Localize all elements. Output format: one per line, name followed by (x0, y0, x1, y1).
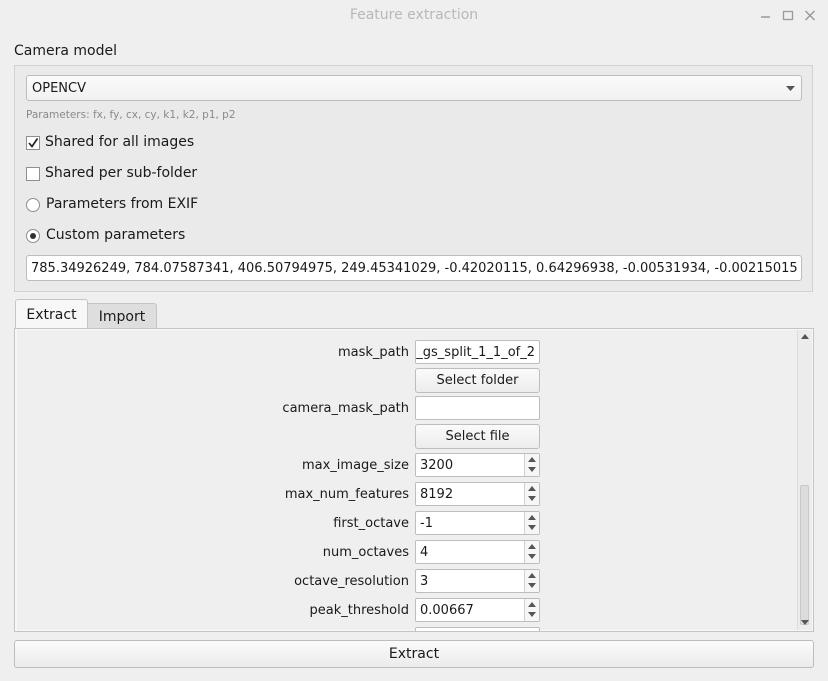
max-num-features-value: 8192 (420, 487, 454, 502)
shared-all-images-label: Shared for all images (45, 134, 195, 150)
spin-down-icon[interactable] (528, 467, 536, 472)
spin-buttons[interactable] (524, 483, 539, 505)
close-icon[interactable] (802, 6, 818, 24)
camera-mask-path-input[interactable] (415, 396, 540, 420)
mask-path-label: mask_path (338, 345, 409, 360)
mask-path-input[interactable]: ks_gs_split_1_1_of_2 (415, 340, 540, 364)
custom-parameters-value: 785.34926249, 784.07587341, 406.50794975… (31, 261, 798, 276)
num-octaves-value: 4 (420, 545, 429, 560)
checkbox-unchecked-icon[interactable] (26, 167, 40, 181)
first-octave-value: -1 (420, 516, 433, 531)
spin-up-icon[interactable] (528, 544, 536, 549)
num-octaves-label: num_octaves (322, 545, 409, 560)
max-image-size-value: 3200 (420, 458, 454, 473)
params-from-exif-label: Parameters from EXIF (46, 196, 199, 212)
max-num-features-label: max_num_features (284, 487, 409, 502)
scroll-up-icon[interactable] (801, 334, 809, 339)
spin-up-icon[interactable] (528, 573, 536, 578)
max-image-size-spinbox[interactable]: 3200 (415, 453, 540, 477)
num-octaves-spinbox[interactable]: 4 (415, 540, 540, 564)
spin-buttons[interactable] (524, 599, 539, 621)
octave-resolution-value: 3 (420, 574, 429, 589)
first-octave-label: first_octave (333, 516, 409, 531)
tab-extract-label: Extract (26, 307, 77, 323)
next-spinbox-clipped (415, 627, 540, 631)
extract-button[interactable]: Extract (14, 640, 814, 668)
spin-down-icon[interactable] (528, 525, 536, 530)
spin-up-icon[interactable] (528, 457, 536, 462)
spin-down-icon[interactable] (528, 496, 536, 501)
peak-threshold-spinbox[interactable]: 0.00667 (415, 598, 540, 622)
scrollbar-thumb[interactable] (800, 485, 809, 625)
octave-resolution-label: octave_resolution (294, 574, 409, 589)
custom-parameters-input[interactable]: 785.34926249, 784.07587341, 406.50794975… (26, 255, 802, 281)
checkbox-checked-icon[interactable] (26, 136, 40, 150)
first-octave-spinbox[interactable]: -1 (415, 511, 540, 535)
spin-up-icon[interactable] (528, 486, 536, 491)
minimize-icon[interactable] (758, 6, 774, 24)
maximize-icon[interactable] (780, 6, 796, 24)
camera-mask-path-label: camera_mask_path (282, 401, 409, 416)
peak-threshold-label: peak_threshold (309, 603, 409, 618)
select-file-button[interactable]: Select file (415, 424, 540, 449)
chevron-down-icon (786, 86, 795, 91)
spin-up-icon[interactable] (528, 602, 536, 607)
custom-parameters-label: Custom parameters (46, 227, 186, 243)
radio-unselected-icon[interactable] (26, 198, 40, 212)
camera-model-label: Camera model (14, 43, 117, 59)
octave-resolution-spinbox[interactable]: 3 (415, 569, 540, 593)
spin-down-icon[interactable] (528, 583, 536, 588)
shared-per-subfolder-label: Shared per sub-folder (45, 165, 198, 181)
radio-selected-icon[interactable] (26, 229, 40, 243)
spin-buttons[interactable] (524, 570, 539, 592)
spin-down-icon[interactable] (528, 612, 536, 617)
spin-buttons[interactable] (524, 541, 539, 563)
title-bar: Feature extraction (0, 0, 828, 30)
mask-path-value: ks_gs_split_1_1_of_2 (415, 345, 535, 360)
peak-threshold-value: 0.00667 (420, 603, 474, 618)
tab-import[interactable]: Import (88, 303, 157, 329)
spin-down-icon[interactable] (528, 554, 536, 559)
camera-model-select[interactable]: OPENCV (26, 75, 802, 101)
tab-extract[interactable]: Extract (15, 299, 88, 329)
window-title: Feature extraction (349, 7, 479, 23)
parameters-hint: Parameters: fx, fy, cx, cy, k1, k2, p1, … (26, 109, 236, 121)
spin-buttons[interactable] (524, 454, 539, 476)
camera-model-value: OPENCV (32, 81, 86, 96)
vertical-scrollbar[interactable] (797, 330, 812, 630)
max-num-features-spinbox[interactable]: 8192 (415, 482, 540, 506)
tab-import-label: Import (98, 309, 146, 325)
max-image-size-label: max_image_size (301, 458, 409, 473)
select-folder-button[interactable]: Select folder (415, 368, 540, 393)
spin-buttons[interactable] (524, 512, 539, 534)
spin-up-icon[interactable] (528, 515, 536, 520)
scroll-down-icon[interactable] (801, 620, 809, 625)
